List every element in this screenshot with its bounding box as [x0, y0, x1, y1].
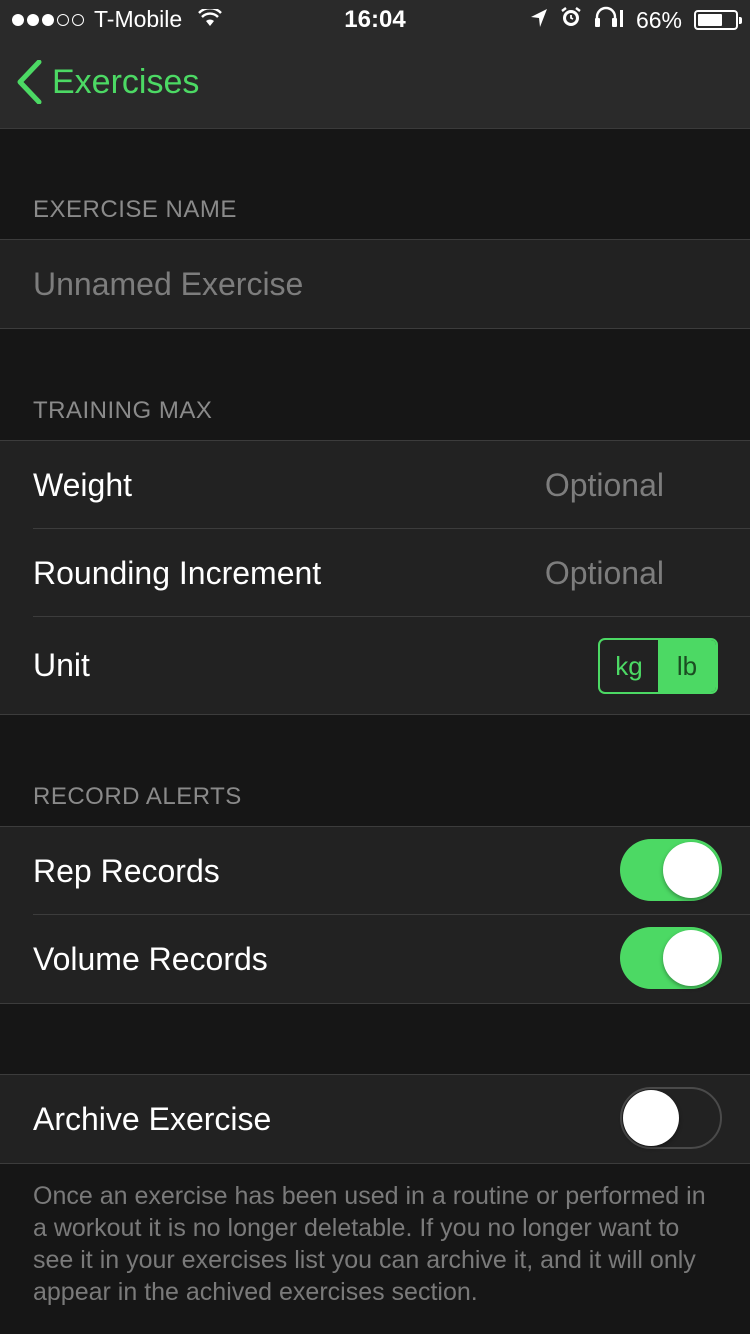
battery-fill [698, 14, 722, 26]
unit-option-kg[interactable]: kg [600, 640, 658, 692]
record-alerts-group: Rep Records Volume Records [0, 826, 750, 1004]
unit-segmented-control[interactable]: kg lb [598, 638, 718, 694]
archive-exercise-row: Archive Exercise [0, 1075, 750, 1163]
weight-input[interactable]: Optional [545, 441, 664, 529]
training-max-group: Weight Optional Rounding Increment Optio… [0, 440, 750, 715]
status-bar: T-Mobile 16:04 66% [0, 0, 750, 40]
unit-row: Unit kg lb [0, 617, 750, 714]
weight-row: Weight Optional [0, 441, 750, 529]
headphones-icon [594, 6, 624, 34]
archive-footnote: Once an exercise has been used in a rout… [33, 1182, 706, 1306]
archive-exercise-toggle[interactable] [620, 1087, 722, 1149]
navigation-bar: Exercises [0, 40, 750, 129]
battery-icon [694, 10, 742, 30]
volume-records-toggle[interactable] [620, 927, 722, 989]
battery-percent: 66% [635, 6, 682, 33]
rep-records-label: Rep Records [33, 853, 220, 889]
volume-records-row: Volume Records [0, 915, 750, 1003]
location-arrow-icon [530, 7, 548, 34]
toggle-knob [663, 842, 719, 898]
rounding-increment-input[interactable]: Optional [545, 529, 664, 617]
back-button[interactable]: Exercises [16, 60, 199, 104]
status-right: 66% [530, 6, 742, 34]
unit-label: Unit [33, 647, 90, 683]
record-alerts-header: RECORD ALERTS [33, 783, 242, 810]
chevron-left-icon [17, 60, 42, 104]
exercise-name-field[interactable]: Unnamed Exercise [0, 240, 750, 328]
weight-label: Weight [33, 467, 133, 503]
volume-records-label: Volume Records [33, 941, 268, 977]
toggle-knob [663, 930, 719, 986]
archive-group: Archive Exercise [0, 1074, 750, 1164]
back-button-label: Exercises [52, 62, 200, 101]
unit-option-lb[interactable]: lb [658, 640, 716, 692]
archive-exercise-label: Archive Exercise [33, 1101, 272, 1137]
toggle-knob [623, 1090, 679, 1146]
rounding-increment-row: Rounding Increment Optional [0, 529, 750, 617]
exercise-name-header: EXERCISE NAME [33, 196, 237, 223]
training-max-header: TRAINING MAX [33, 397, 213, 424]
rounding-increment-label: Rounding Increment [33, 555, 322, 591]
exercise-name-placeholder: Unnamed Exercise [33, 266, 304, 302]
rep-records-row: Rep Records [0, 827, 750, 915]
exercise-name-group: Unnamed Exercise [0, 239, 750, 329]
alarm-icon [560, 6, 582, 34]
rep-records-toggle[interactable] [620, 839, 722, 901]
